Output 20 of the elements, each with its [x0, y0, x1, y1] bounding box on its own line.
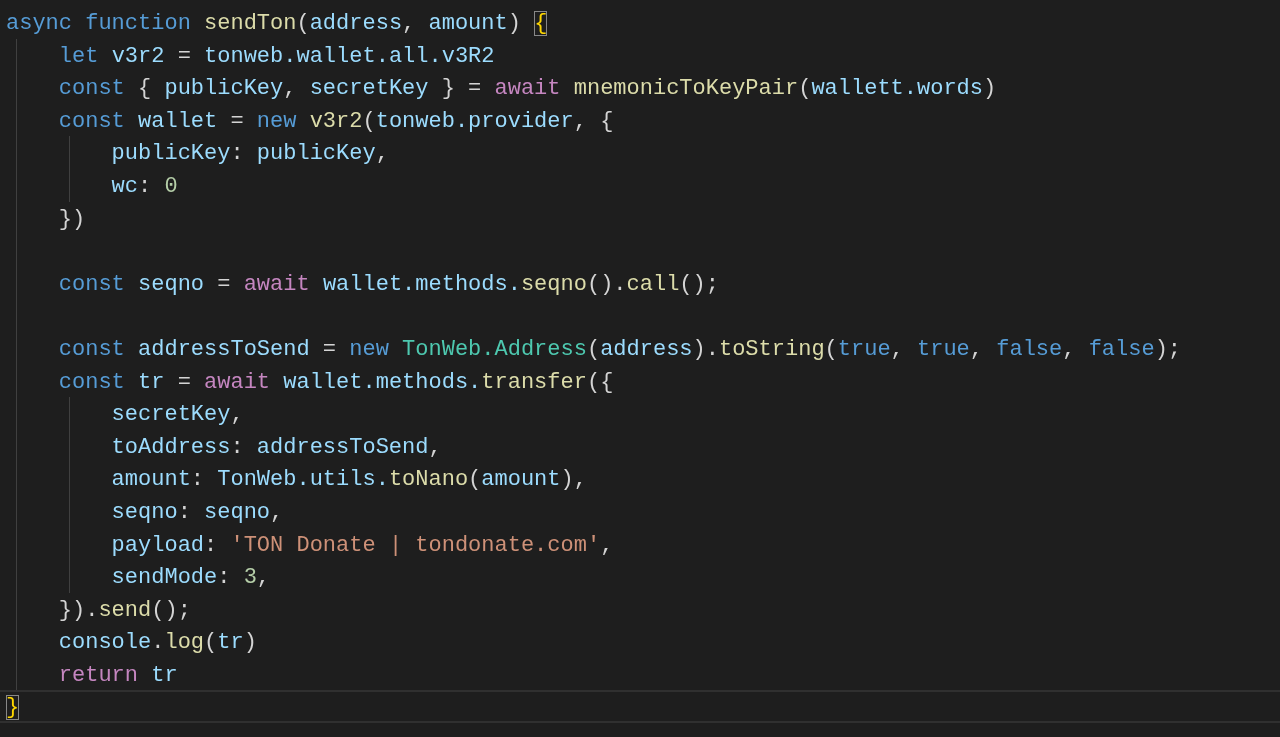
code-line: amount: TonWeb.utils.toNano(amount), — [110, 466, 587, 495]
code-line: toAddress: addressToSend, — [110, 433, 442, 462]
code-line: publicKey: publicKey, — [110, 140, 389, 169]
code-line: async function sendTon(address, amount) { — [5, 10, 548, 38]
code-line: const wallet = new v3r2(tonweb.provider, { — [57, 107, 614, 136]
code-line: wc: 0 — [110, 172, 178, 201]
code-line: const addressToSend = new TonWeb.Address(address).toString(true, true, false, false); — [57, 335, 1182, 364]
code-line: const seqno = await wallet.methods.seqno().call(); — [57, 270, 719, 299]
code-line: const { publicKey, secretKey } = await mnemonicToKeyPair(wallett.words) — [57, 75, 997, 104]
code-line: }).send(); — [57, 596, 191, 625]
code-line: console.log(tr) — [57, 629, 257, 658]
code-line: sendMode: 3, — [110, 564, 271, 593]
code-line: secretKey, — [110, 401, 244, 430]
code-line: let v3r2 = tonweb.wallet.all.v3R2 — [57, 42, 495, 71]
code-line: return tr — [57, 661, 178, 690]
code-line: payload: 'TON Donate | tondonate.com', — [110, 531, 614, 560]
code-line: }) — [57, 205, 86, 234]
code-line: seqno: seqno, — [110, 498, 284, 527]
code-line: const tr = await wallet.methods.transfer({ — [57, 368, 614, 397]
code-line: } — [5, 694, 20, 723]
